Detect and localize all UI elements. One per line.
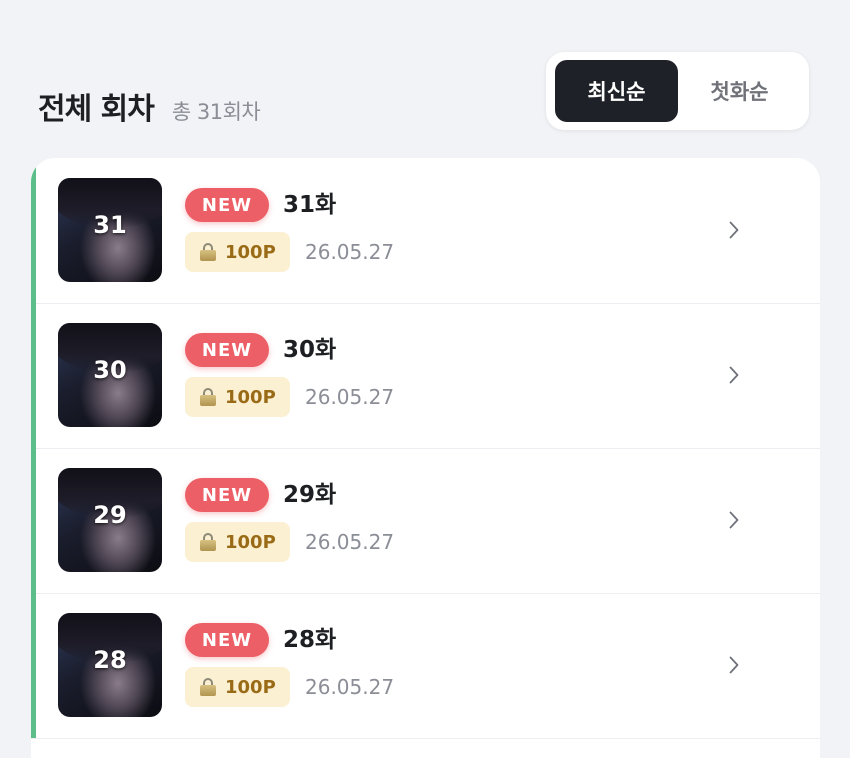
price-text: 100P [225, 241, 276, 263]
lock-icon [200, 678, 216, 696]
chevron-right-icon [727, 509, 741, 531]
new-badge: NEW [185, 333, 269, 367]
price-tag: 100P [185, 667, 290, 707]
episode-thumbnail: 28 [58, 613, 162, 717]
lock-icon [200, 533, 216, 551]
episode-date: 26.05.27 [305, 385, 395, 409]
price-tag: 100P [185, 232, 290, 272]
episode-row[interactable]: 29 NEW 29화 100P 26.05.27 [31, 448, 820, 594]
episode-row[interactable]: 30 NEW 30화 100P 26.05.27 [31, 303, 820, 449]
unread-indicator [31, 303, 36, 448]
page-title: 전체 회차 [38, 92, 155, 127]
price-text: 100P [225, 531, 276, 553]
lock-icon [200, 388, 216, 406]
new-badge: NEW [185, 623, 269, 657]
episode-list-header: 전체 회차 총 31회차 [38, 84, 261, 128]
episode-date: 26.05.27 [305, 530, 395, 554]
unread-indicator [31, 448, 36, 593]
thumbnail-number: 30 [93, 356, 127, 384]
thumbnail-number: 28 [93, 646, 127, 674]
chevron-right-icon [727, 364, 741, 386]
sort-latest-button[interactable]: 최신순 [555, 60, 678, 122]
new-badge: NEW [185, 188, 269, 222]
episode-thumbnail: 29 [58, 468, 162, 572]
thumbnail-number: 31 [93, 211, 127, 239]
episode-thumbnail: 31 [58, 178, 162, 282]
sort-first-button[interactable]: 첫화순 [678, 60, 801, 122]
sort-toggle: 최신순 첫화순 [546, 52, 809, 130]
unread-indicator [31, 593, 36, 738]
episode-title: 31화 [283, 192, 337, 218]
unread-indicator [31, 158, 36, 303]
episode-title: 30화 [283, 337, 337, 363]
lock-icon [200, 243, 216, 261]
episode-thumbnail: 30 [58, 323, 162, 427]
thumbnail-number: 29 [93, 501, 127, 529]
price-tag: 100P [185, 522, 290, 562]
new-badge: NEW [185, 478, 269, 512]
price-text: 100P [225, 676, 276, 698]
chevron-right-icon [727, 219, 741, 241]
episode-list: 31 NEW 31화 100P 26.05.27 30 NEW 30화 100P… [31, 158, 820, 758]
episode-title: 28화 [283, 627, 337, 653]
episode-row[interactable]: 31 NEW 31화 100P 26.05.27 [31, 158, 820, 304]
episode-title: 29화 [283, 482, 337, 508]
price-text: 100P [225, 386, 276, 408]
episode-date: 26.05.27 [305, 675, 395, 699]
episode-row[interactable]: 28 NEW 28화 100P 26.05.27 [31, 593, 820, 739]
episode-date: 26.05.27 [305, 240, 395, 264]
chevron-right-icon [727, 654, 741, 676]
price-tag: 100P [185, 377, 290, 417]
episode-count: 총 31회차 [171, 100, 261, 124]
